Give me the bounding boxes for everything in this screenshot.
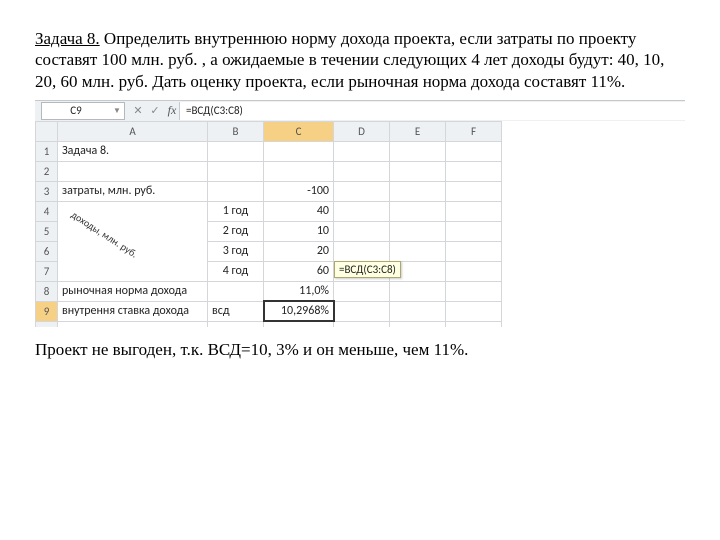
cell[interactable]: 1 год (208, 201, 264, 221)
table-row: 2 (36, 161, 502, 181)
cell[interactable] (446, 321, 502, 327)
cell[interactable] (264, 321, 334, 327)
cell[interactable]: 60 (264, 261, 334, 281)
cell[interactable] (446, 161, 502, 181)
cell[interactable]: внутрення ставка дохода (58, 301, 208, 321)
cell[interactable] (390, 321, 446, 327)
cell[interactable] (390, 241, 446, 261)
formula-controls: ✕ ✓ fx (131, 103, 179, 118)
cell[interactable]: -100 (264, 181, 334, 201)
cell[interactable] (390, 141, 446, 161)
formula-input[interactable]: =ВСД(C3:C8) (179, 102, 685, 120)
cell[interactable] (334, 181, 390, 201)
conclusion-text: Проект не выгоден, т.к. ВСД=10, 3% и он … (35, 339, 685, 360)
formula-bar: C9 ▼ ✕ ✓ fx =ВСД(C3:C8) (35, 100, 685, 121)
cell[interactable] (446, 201, 502, 221)
problem-statement: Задача 8. Определить внутреннюю норму до… (35, 28, 685, 92)
row-header[interactable]: 3 (36, 181, 58, 201)
cell[interactable]: 3 год (208, 241, 264, 261)
row-header[interactable]: 4 (36, 201, 58, 221)
col-header-C[interactable]: C (264, 121, 334, 141)
row-header[interactable]: 6 (36, 241, 58, 261)
diagonal-label: доходы, млн. руб. (69, 208, 140, 260)
cell[interactable] (446, 281, 502, 301)
cell[interactable]: 20 (264, 241, 334, 261)
row-header[interactable] (36, 321, 58, 327)
cell[interactable] (390, 221, 446, 241)
col-header-E[interactable]: E (390, 121, 446, 141)
col-header-D[interactable]: D (334, 121, 390, 141)
cell[interactable]: 40 (264, 201, 334, 221)
name-box[interactable]: C9 ▼ (41, 102, 125, 120)
col-header-B[interactable]: B (208, 121, 264, 141)
active-cell-ref: C9 (70, 104, 81, 117)
cell[interactable]: затраты, млн. руб. (58, 181, 208, 201)
cell[interactable] (334, 221, 390, 241)
cell[interactable] (264, 161, 334, 181)
row-header[interactable]: 8 (36, 281, 58, 301)
cell[interactable]: Задача 8. (58, 141, 208, 161)
cell[interactable] (264, 141, 334, 161)
cell[interactable] (390, 281, 446, 301)
problem-body: Определить внутреннюю норму дохода проек… (35, 29, 664, 91)
cell[interactable]: доходы, млн. руб. (58, 201, 208, 281)
cell[interactable] (208, 281, 264, 301)
grid[interactable]: A B C D E F 1 Задача 8. 2 3 затр (35, 121, 502, 328)
cell[interactable] (446, 241, 502, 261)
cell[interactable] (390, 301, 446, 321)
col-header-A[interactable]: A (58, 121, 208, 141)
cell[interactable] (446, 261, 502, 281)
row-header[interactable]: 9 (36, 301, 58, 321)
cell[interactable] (208, 161, 264, 181)
column-headers: A B C D E F (36, 121, 502, 141)
cell[interactable] (390, 161, 446, 181)
active-cell[interactable]: 10,2968% (264, 301, 334, 321)
cancel-icon[interactable]: ✕ (131, 104, 145, 117)
cell[interactable] (390, 201, 446, 221)
cell[interactable] (446, 221, 502, 241)
row-header[interactable]: 5 (36, 221, 58, 241)
cell[interactable] (208, 141, 264, 161)
row-header[interactable]: 1 (36, 141, 58, 161)
cell[interactable] (208, 321, 264, 327)
cell[interactable] (58, 321, 208, 327)
cell[interactable] (446, 141, 502, 161)
spreadsheet: C9 ▼ ✕ ✓ fx =ВСД(C3:C8) A B C D E F 1 За… (35, 100, 685, 328)
formula-tooltip: =ВСД(C3:C8) (334, 261, 401, 278)
col-header-F[interactable]: F (446, 121, 502, 141)
row-header[interactable]: 2 (36, 161, 58, 181)
cell[interactable] (58, 161, 208, 181)
cell[interactable] (446, 301, 502, 321)
cell[interactable] (446, 181, 502, 201)
table-row: 1 Задача 8. (36, 141, 502, 161)
cell[interactable]: =ВСД(C3:C8) (334, 261, 390, 281)
table-row: 8 рыночная норма дохода 11,0% (36, 281, 502, 301)
table-row: 9 внутрення ставка дохода всд 10,2968% (36, 301, 502, 321)
cell[interactable] (334, 161, 390, 181)
problem-title: Задача 8. (35, 29, 100, 48)
cell[interactable]: рыночная норма дохода (58, 281, 208, 301)
fx-icon[interactable]: fx (165, 103, 179, 118)
cell[interactable] (208, 181, 264, 201)
cell[interactable] (334, 281, 390, 301)
cell[interactable] (334, 301, 390, 321)
table-row: 3 затраты, млн. руб. -100 (36, 181, 502, 201)
cell[interactable] (390, 181, 446, 201)
cell[interactable]: 11,0% (264, 281, 334, 301)
select-all-corner[interactable] (36, 121, 58, 141)
cell[interactable]: 10 (264, 221, 334, 241)
table-row: 4 доходы, млн. руб. 1 год 40 (36, 201, 502, 221)
cell[interactable] (334, 321, 390, 327)
cell[interactable]: всд (208, 301, 264, 321)
cell[interactable] (334, 201, 390, 221)
namebox-dropdown-icon[interactable]: ▼ (110, 103, 124, 119)
row-header[interactable]: 7 (36, 261, 58, 281)
cell[interactable]: 2 год (208, 221, 264, 241)
cell[interactable]: 4 год (208, 261, 264, 281)
accept-icon[interactable]: ✓ (148, 104, 162, 117)
table-row (36, 321, 502, 327)
cell[interactable] (334, 241, 390, 261)
cell[interactable] (334, 141, 390, 161)
